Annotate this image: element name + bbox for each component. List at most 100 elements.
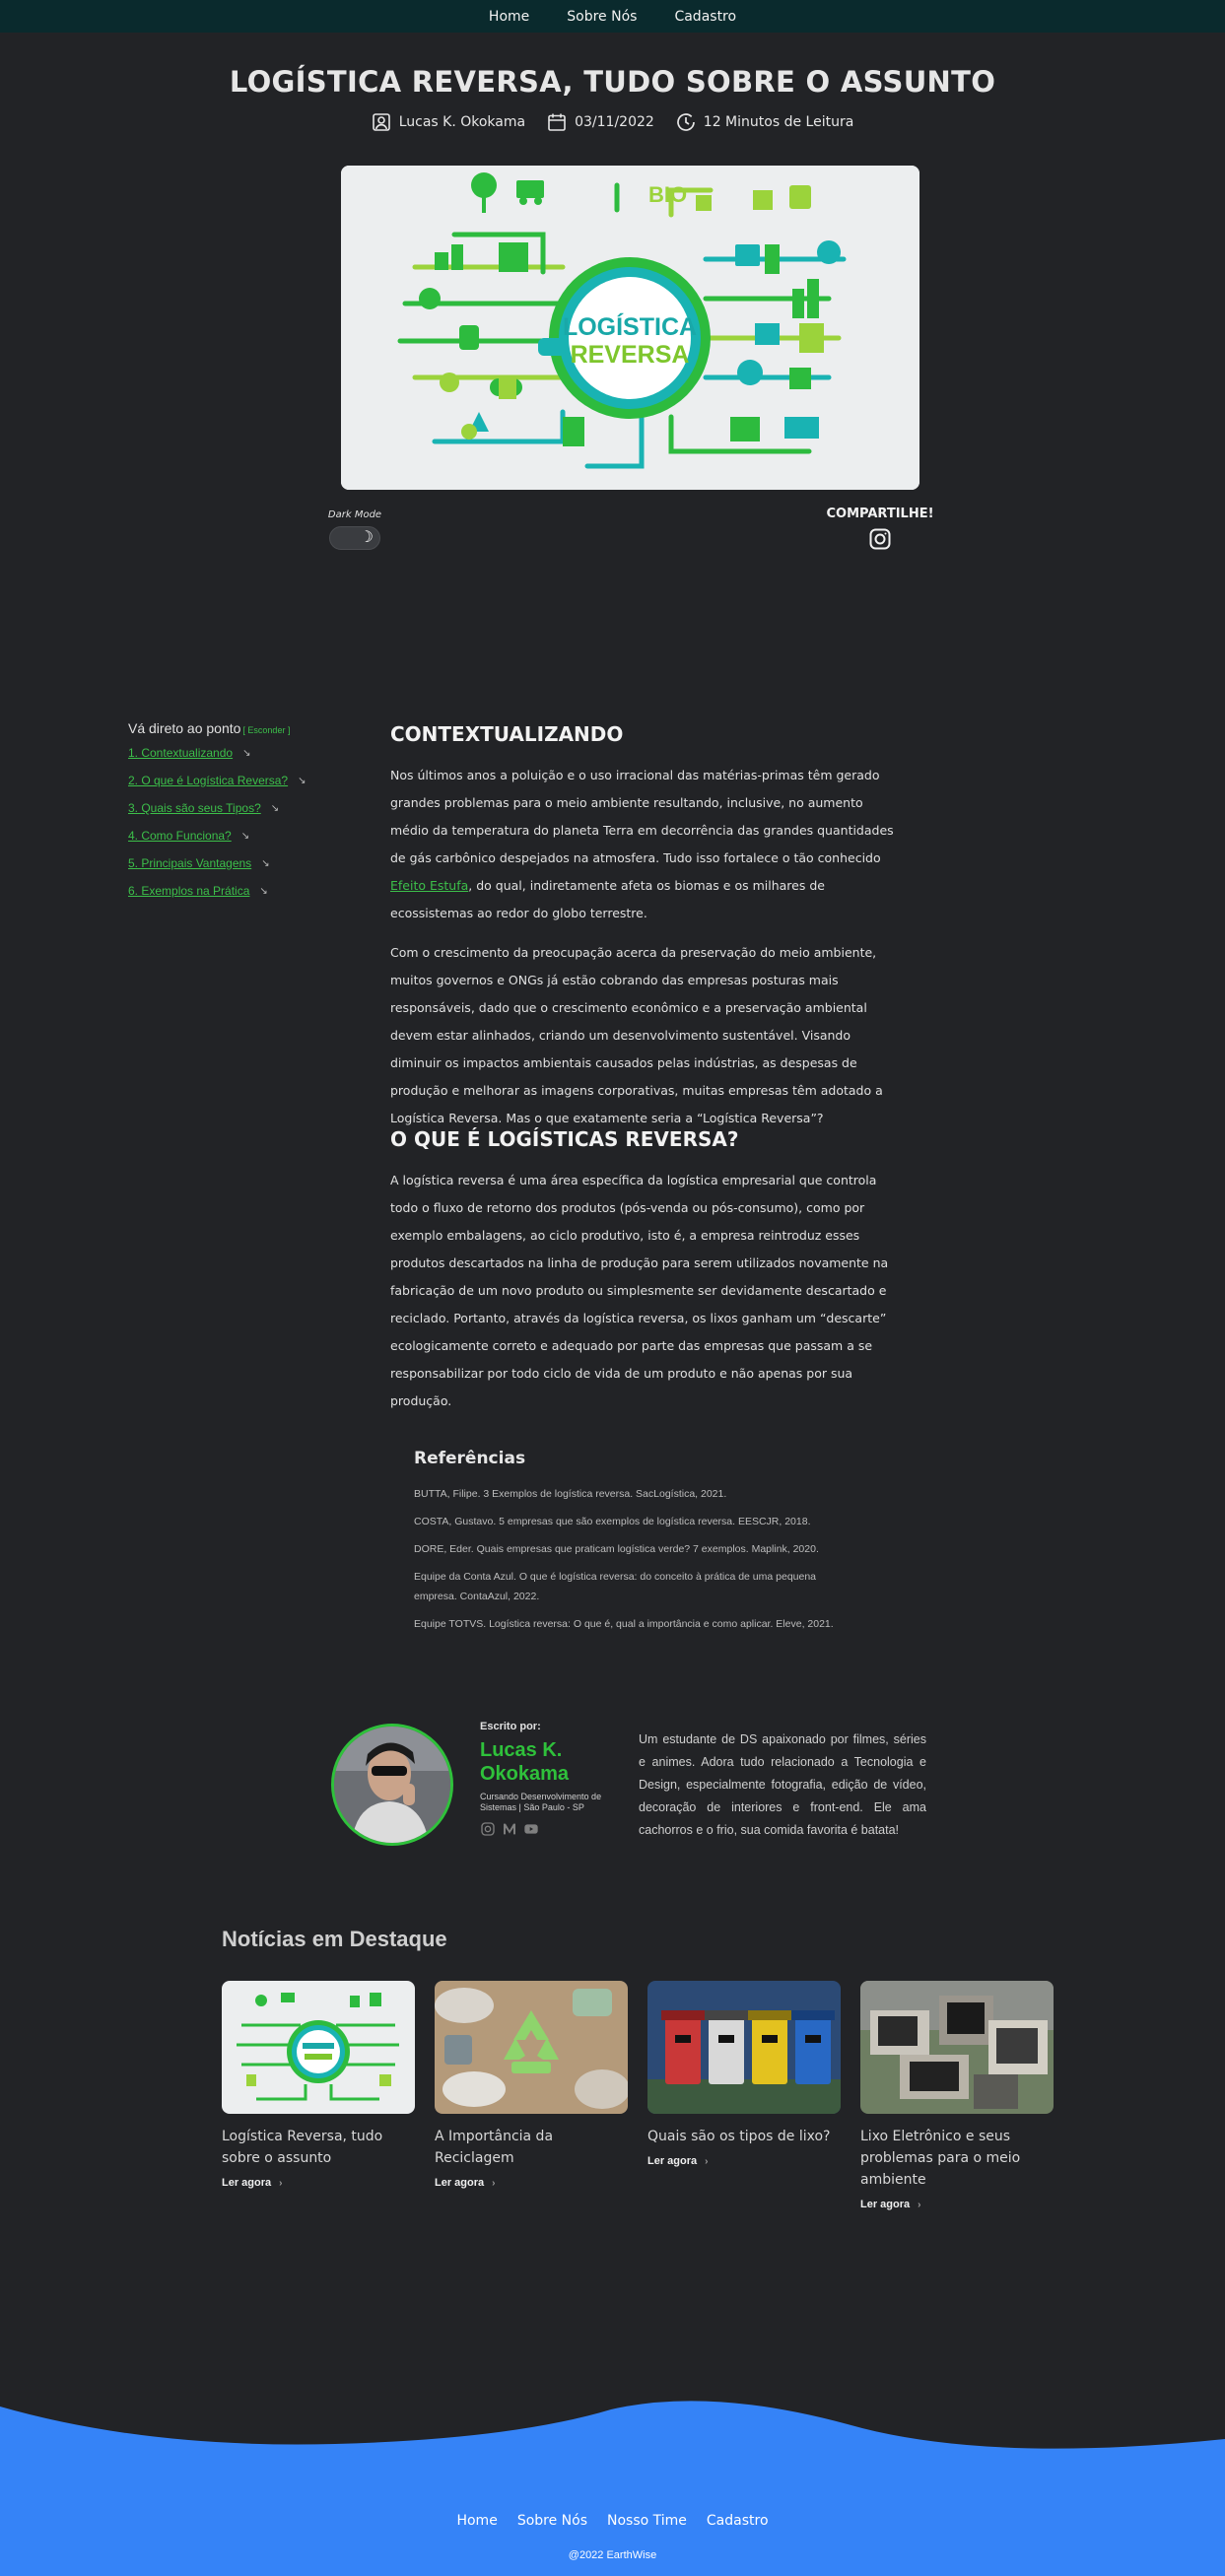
efeito-estufa-link[interactable]: Efeito Estufa — [390, 878, 468, 893]
publish-date: 03/11/2022 — [575, 114, 654, 130]
arrow-down-right-icon: ↘ — [298, 775, 306, 786]
footer-about-link[interactable]: Sobre Nós — [517, 2513, 587, 2529]
calendar-icon — [548, 113, 566, 131]
news-card-title: Lixo Eletrônico e seus problemas para o … — [860, 2129, 1021, 2188]
toc-hide-button[interactable]: [ Esconder ] — [242, 725, 290, 735]
reference-item: Equipe TOTVS. Logística reversa: O que é… — [414, 1618, 834, 1630]
reference-item: COSTA, Gustavo. 5 empresas que são exemp… — [414, 1516, 811, 1527]
read-now-label: Ler agora — [860, 2199, 911, 2210]
logistica-reversa-illustration: LOGÍSTICA REVERSA BIO — [341, 166, 919, 490]
written-by-label: Escrito por: — [480, 1721, 541, 1732]
top-nav: Home Sobre Nós Cadastro — [0, 0, 1225, 33]
section-paragraph: Com o crescimento da preocupação acerca … — [390, 945, 883, 1125]
footer-signup-link[interactable]: Cadastro — [707, 2513, 769, 2529]
section-paragraph: A logística reversa é uma área específic… — [390, 1173, 889, 1408]
read-now-link[interactable]: Ler agora › — [435, 2177, 628, 2189]
meta-author: Lucas K. Okokama — [372, 112, 525, 132]
paragraph-text: Nos últimos anos a poluição e o uso irra… — [390, 768, 894, 865]
footer-nav: Home Sobre Nós Nosso Time Cadastro — [0, 2513, 1225, 2529]
news-card[interactable]: Logística Reversa, tudo sobre o assunto … — [222, 1981, 415, 2210]
toc-item-label: 2. O que é Logística Reversa? — [128, 774, 289, 787]
news-card[interactable]: Lixo Eletrônico e seus problemas para o … — [860, 1981, 1054, 2210]
footer-team-link[interactable]: Nosso Time — [607, 2513, 687, 2529]
toc-item[interactable]: 2. O que é Logística Reversa? ↘ — [128, 774, 325, 787]
news-card-title: Quais são os tipos de lixo? — [647, 2129, 831, 2144]
news-card[interactable]: A Importância da Reciclagem Ler agora › — [435, 1981, 628, 2210]
toc-item-label: 3. Quais são seus Tipos? — [128, 801, 261, 815]
author-subtitle: Cursando Desenvolvimento de Sistemas | S… — [480, 1792, 602, 1812]
chevron-right-icon: › — [492, 2177, 496, 2189]
news-card[interactable]: Quais são os tipos de lixo? Ler agora › — [647, 1981, 841, 2210]
author-name: Lucas K. Okokama — [398, 114, 526, 130]
author-socials — [480, 1821, 628, 1837]
toc-item-label: 6. Exemplos na Prática — [128, 884, 250, 898]
youtube-icon[interactable] — [523, 1821, 539, 1837]
hero-image: LOGÍSTICA REVERSA BIO — [341, 166, 919, 490]
news-card-title: Logística Reversa, tudo sobre o assunto — [222, 2129, 383, 2166]
hero-text-reversa: REVERSA — [571, 341, 690, 369]
toc-heading-text: Vá direto ao ponto — [128, 720, 241, 736]
toc-item[interactable]: 6. Exemplos na Prática ↘ — [128, 884, 325, 898]
reference-item: BUTTA, Filipe. 3 Exemplos de logística r… — [414, 1488, 727, 1500]
read-now-link[interactable]: Ler agora › — [860, 2199, 1054, 2210]
moon-icon: ☽ — [359, 529, 374, 546]
arrow-down-right-icon: ↘ — [261, 857, 270, 869]
toc-item-label: 4. Como Funciona? — [128, 829, 232, 843]
hero-text-logistica: LOGÍSTICA — [563, 312, 697, 341]
article-meta: Lucas K. Okokama 03/11/2022 12 Minutos d… — [0, 112, 1225, 132]
news-thumbnail — [860, 1981, 1054, 2114]
read-now-label: Ler agora — [222, 2177, 272, 2189]
table-of-contents: Vá direto ao ponto[ Esconder ] 1. Contex… — [128, 720, 325, 912]
arrow-down-right-icon: ↘ — [242, 747, 251, 759]
author-box-name: Lucas K. Okokama — [480, 1739, 570, 1785]
read-now-link[interactable]: Ler agora › — [222, 2177, 415, 2189]
dark-mode-label: Dark Mode — [327, 509, 382, 520]
news-cards: Logística Reversa, tudo sobre o assunto … — [222, 1981, 1054, 2210]
instagram-icon[interactable] — [480, 1821, 496, 1837]
toc-heading: Vá direto ao ponto[ Esconder ] — [128, 720, 325, 736]
author-info: Escrito por: Lucas K. Okokama Cursando D… — [480, 1721, 628, 1837]
read-now-label: Ler agora — [647, 2155, 698, 2167]
chevron-right-icon: › — [705, 2155, 709, 2167]
toc-item[interactable]: 1. Contextualizando ↘ — [128, 746, 325, 760]
nav-about-link[interactable]: Sobre Nós — [567, 9, 637, 25]
arrow-down-right-icon: ↘ — [240, 830, 250, 842]
nav-signup-link[interactable]: Cadastro — [674, 9, 736, 25]
instagram-icon[interactable] — [868, 527, 892, 551]
arrow-down-right-icon: ↘ — [259, 885, 268, 897]
section-paragraph: Nos últimos anos a poluição e o uso irra… — [390, 762, 903, 927]
dark-mode-control: Dark Mode ☽ — [325, 509, 384, 550]
read-now-link[interactable]: Ler agora › — [647, 2155, 841, 2167]
meta-date: 03/11/2022 — [547, 112, 654, 132]
toc-item-label: 1. Contextualizando — [128, 746, 234, 760]
news-thumbnail — [647, 1981, 841, 2114]
news-thumbnail — [222, 1981, 415, 2114]
toc-item[interactable]: 4. Como Funciona? ↘ — [128, 829, 325, 843]
copyright: @2022 EarthWise — [568, 2549, 657, 2561]
section-o-que-e: O QUE É LOGÍSTICAS REVERSA? A logística … — [390, 1127, 903, 1415]
reference-item: Equipe da Conta Azul. O que é logística … — [414, 1571, 817, 1602]
references-heading: Referências — [414, 1449, 526, 1468]
toc-item[interactable]: 5. Principais Vantagens ↘ — [128, 856, 325, 870]
author-bio: Um estudante de DS apaixonado por filmes… — [639, 1732, 926, 1837]
section-heading: CONTEXTUALIZANDO — [390, 722, 624, 746]
news-card-title: A Importância da Reciclagem — [435, 2129, 554, 2166]
references: Referências BUTTA, Filipe. 3 Exemplos de… — [414, 1449, 848, 1642]
dark-mode-toggle[interactable]: ☽ — [329, 526, 380, 550]
nav-home-link[interactable]: Home — [489, 9, 529, 25]
share-block: COMPARTILHE! — [826, 507, 934, 556]
footer-home-link[interactable]: Home — [456, 2513, 497, 2529]
toc-item[interactable]: 3. Quais são seus Tipos? ↘ — [128, 801, 325, 815]
hero-text-bio: BIO — [648, 182, 687, 207]
reference-item: DORE, Eder. Quais empresas que praticam … — [414, 1543, 819, 1555]
chevron-right-icon: › — [279, 2177, 283, 2189]
author-avatar — [331, 1724, 453, 1846]
toc-item-label: 5. Principais Vantagens — [128, 856, 252, 870]
medium-icon[interactable] — [502, 1821, 517, 1837]
news-heading: Notícias em Destaque — [222, 1927, 447, 1951]
section-contextualizando: CONTEXTUALIZANDO Nos últimos anos a polu… — [390, 722, 903, 1132]
user-icon — [372, 113, 390, 131]
arrow-down-right-icon: ↘ — [270, 802, 280, 814]
read-now-label: Ler agora — [435, 2177, 485, 2189]
read-time: 12 Minutos de Leitura — [703, 114, 854, 130]
